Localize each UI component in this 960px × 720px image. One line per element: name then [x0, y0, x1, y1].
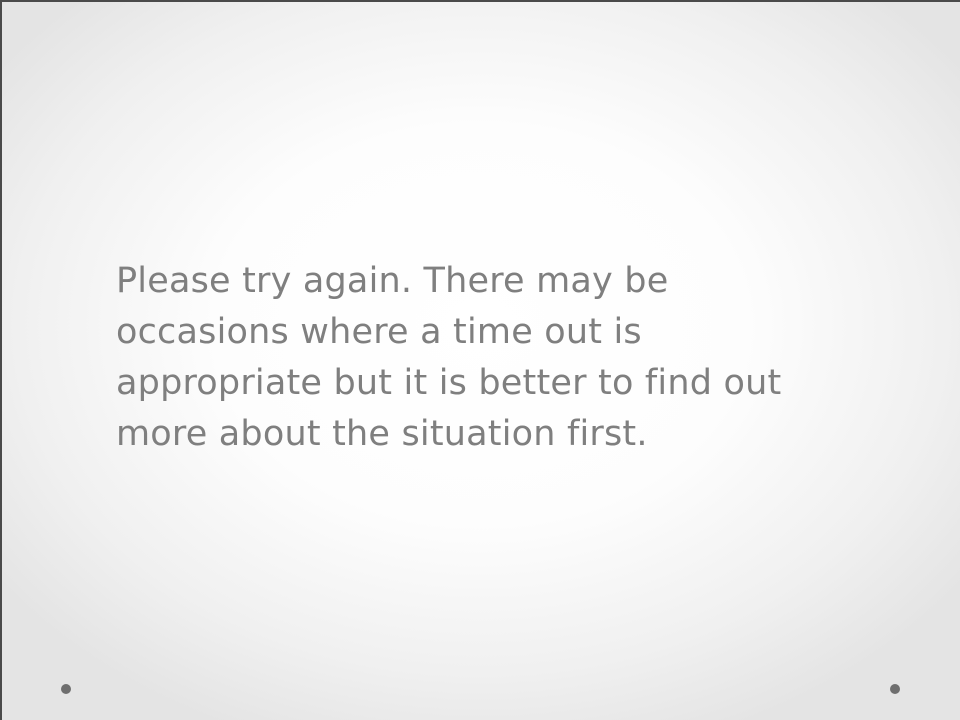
left-dot-icon: [61, 684, 71, 694]
slide: Please try again. There may be occasions…: [0, 0, 960, 720]
right-dot-icon: [890, 684, 900, 694]
feedback-message: Please try again. There may be occasions…: [116, 261, 782, 454]
